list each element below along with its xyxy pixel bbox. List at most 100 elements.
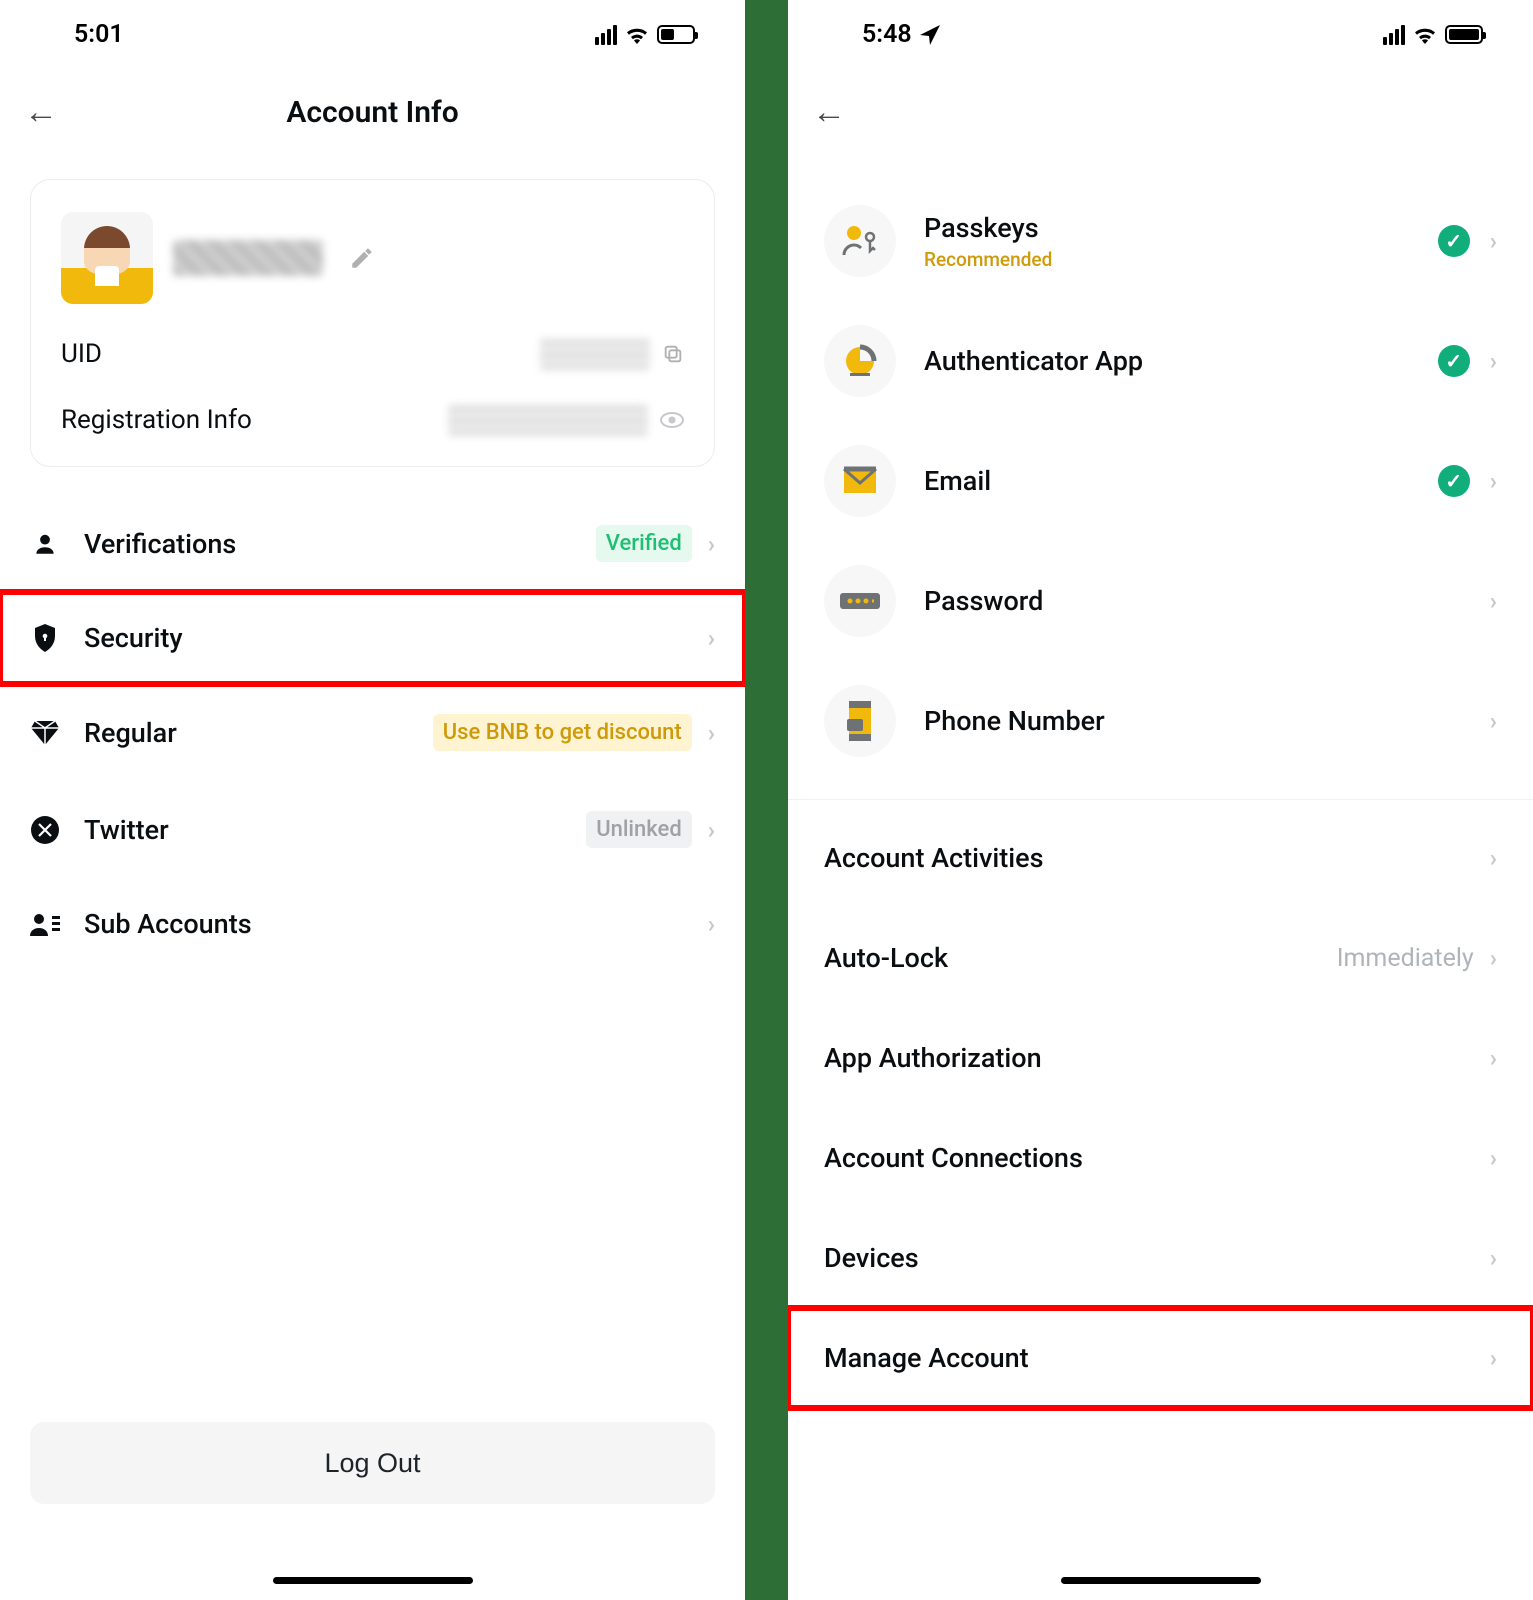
recommended-label: Recommended <box>924 248 1052 271</box>
chevron-right-icon: › <box>1490 944 1497 972</box>
chevron-right-icon: › <box>1490 1144 1497 1172</box>
registration-label: Registration Info <box>61 405 252 435</box>
chevron-right-icon: › <box>708 816 715 844</box>
settings-list: Verifications Verified › Security › <box>0 495 745 970</box>
status-bar: 5:01 <box>0 0 745 65</box>
check-icon: ✓ <box>1438 465 1470 497</box>
screen-account-info: 5:01 ← Account Info UID <box>0 0 745 1600</box>
row-regular[interactable]: Regular Use BNB to get discount › <box>0 684 745 781</box>
status-bar: 5:48 <box>788 0 1533 65</box>
passkey-icon <box>824 205 896 277</box>
twitter-x-icon <box>30 816 60 844</box>
check-icon: ✓ <box>1438 225 1470 257</box>
logout-button[interactable]: Log Out <box>30 1422 715 1504</box>
authenticator-icon <box>824 325 896 397</box>
shield-icon <box>30 624 60 652</box>
chevron-right-icon: › <box>708 530 715 558</box>
chevron-right-icon: › <box>708 719 715 747</box>
row-account-connections[interactable]: Account Connections › <box>788 1108 1533 1208</box>
back-button[interactable]: ← <box>24 95 58 129</box>
row-devices[interactable]: Devices › <box>788 1208 1533 1308</box>
row-manage-account[interactable]: Manage Account › <box>788 1308 1533 1408</box>
status-icons <box>1383 25 1483 45</box>
row-label: Phone Number <box>924 705 1105 737</box>
cellular-icon <box>1383 25 1405 45</box>
row-label: Email <box>924 465 991 497</box>
security-settings-list: Account Activities › Auto-Lock Immediate… <box>788 808 1533 1408</box>
row-label: Security <box>84 622 183 654</box>
row-twitter[interactable]: Twitter Unlinked › <box>0 781 745 878</box>
sub-accounts-icon <box>30 912 60 936</box>
diamond-icon <box>30 721 60 745</box>
profile-card: UID Registration Info <box>30 179 715 467</box>
uid-label: UID <box>61 339 102 369</box>
row-label: Manage Account <box>824 1342 1029 1374</box>
phone-icon <box>824 685 896 757</box>
row-password[interactable]: Password › <box>788 541 1533 661</box>
bnb-discount-badge: Use BNB to get discount <box>433 714 692 751</box>
row-label: App Authorization <box>824 1042 1042 1074</box>
app-header: ← Account Info <box>0 65 745 149</box>
home-indicator[interactable] <box>273 1577 473 1584</box>
row-app-authorization[interactable]: App Authorization › <box>788 1008 1533 1108</box>
chevron-right-icon: › <box>1490 347 1497 375</box>
row-value: Immediately <box>1337 944 1474 973</box>
status-icons <box>595 25 695 45</box>
chevron-right-icon: › <box>708 910 715 938</box>
security-methods-list: Passkeys Recommended ✓ › Authenticator A… <box>788 149 1533 781</box>
chevron-right-icon: › <box>1490 467 1497 495</box>
back-button[interactable]: ← <box>812 95 846 129</box>
row-account-activities[interactable]: Account Activities › <box>788 808 1533 908</box>
chevron-right-icon: › <box>1490 707 1497 735</box>
row-label: Auto-Lock <box>824 942 948 974</box>
screen-divider <box>745 0 788 1600</box>
uid-row: UID <box>61 338 684 370</box>
row-phone[interactable]: Phone Number › <box>788 661 1533 781</box>
home-indicator[interactable] <box>1061 1577 1261 1584</box>
chevron-right-icon: › <box>1490 227 1497 255</box>
row-label: Authenticator App <box>924 345 1143 377</box>
chevron-right-icon: › <box>1490 1044 1497 1072</box>
row-passkeys[interactable]: Passkeys Recommended ✓ › <box>788 181 1533 301</box>
chevron-right-icon: › <box>1490 1244 1497 1272</box>
chevron-right-icon: › <box>1490 1344 1497 1372</box>
chevron-right-icon: › <box>1490 844 1497 872</box>
status-time: 5:48 <box>862 20 912 49</box>
row-verifications[interactable]: Verifications Verified › <box>0 495 745 592</box>
status-time: 5:01 <box>74 20 124 49</box>
chevron-right-icon: › <box>708 624 715 652</box>
section-divider <box>788 799 1533 800</box>
row-authenticator[interactable]: Authenticator App ✓ › <box>788 301 1533 421</box>
password-icon <box>824 565 896 637</box>
row-label: Devices <box>824 1242 919 1274</box>
row-sub-accounts[interactable]: Sub Accounts › <box>0 878 745 970</box>
row-label: Password <box>924 585 1043 617</box>
screen-security: 5:48 ← Passkeys Recommended <box>788 0 1533 1600</box>
row-email[interactable]: Email ✓ › <box>788 421 1533 541</box>
eye-icon[interactable] <box>660 412 684 428</box>
battery-icon <box>657 25 695 44</box>
wifi-icon <box>625 26 649 44</box>
row-label: Sub Accounts <box>84 908 252 940</box>
edit-icon[interactable] <box>349 245 375 271</box>
verified-badge: Verified <box>596 525 692 562</box>
wifi-icon <box>1413 26 1437 44</box>
row-label: Regular <box>84 717 177 749</box>
app-header: ← <box>788 65 1533 149</box>
row-auto-lock[interactable]: Auto-Lock Immediately › <box>788 908 1533 1008</box>
row-label: Passkeys <box>924 212 1052 244</box>
row-label: Account Connections <box>824 1142 1083 1174</box>
avatar[interactable] <box>61 212 153 304</box>
check-icon: ✓ <box>1438 345 1470 377</box>
row-label: Account Activities <box>824 842 1044 874</box>
page-title: Account Info <box>0 95 745 130</box>
registration-row: Registration Info <box>61 404 684 436</box>
email-icon <box>824 445 896 517</box>
row-security[interactable]: Security › <box>0 592 745 684</box>
row-label: Verifications <box>84 528 236 560</box>
battery-icon <box>1445 25 1483 44</box>
registration-value-redacted <box>448 404 648 436</box>
username-redacted <box>173 240 323 276</box>
uid-value-redacted <box>540 338 650 370</box>
copy-icon[interactable] <box>662 343 684 365</box>
